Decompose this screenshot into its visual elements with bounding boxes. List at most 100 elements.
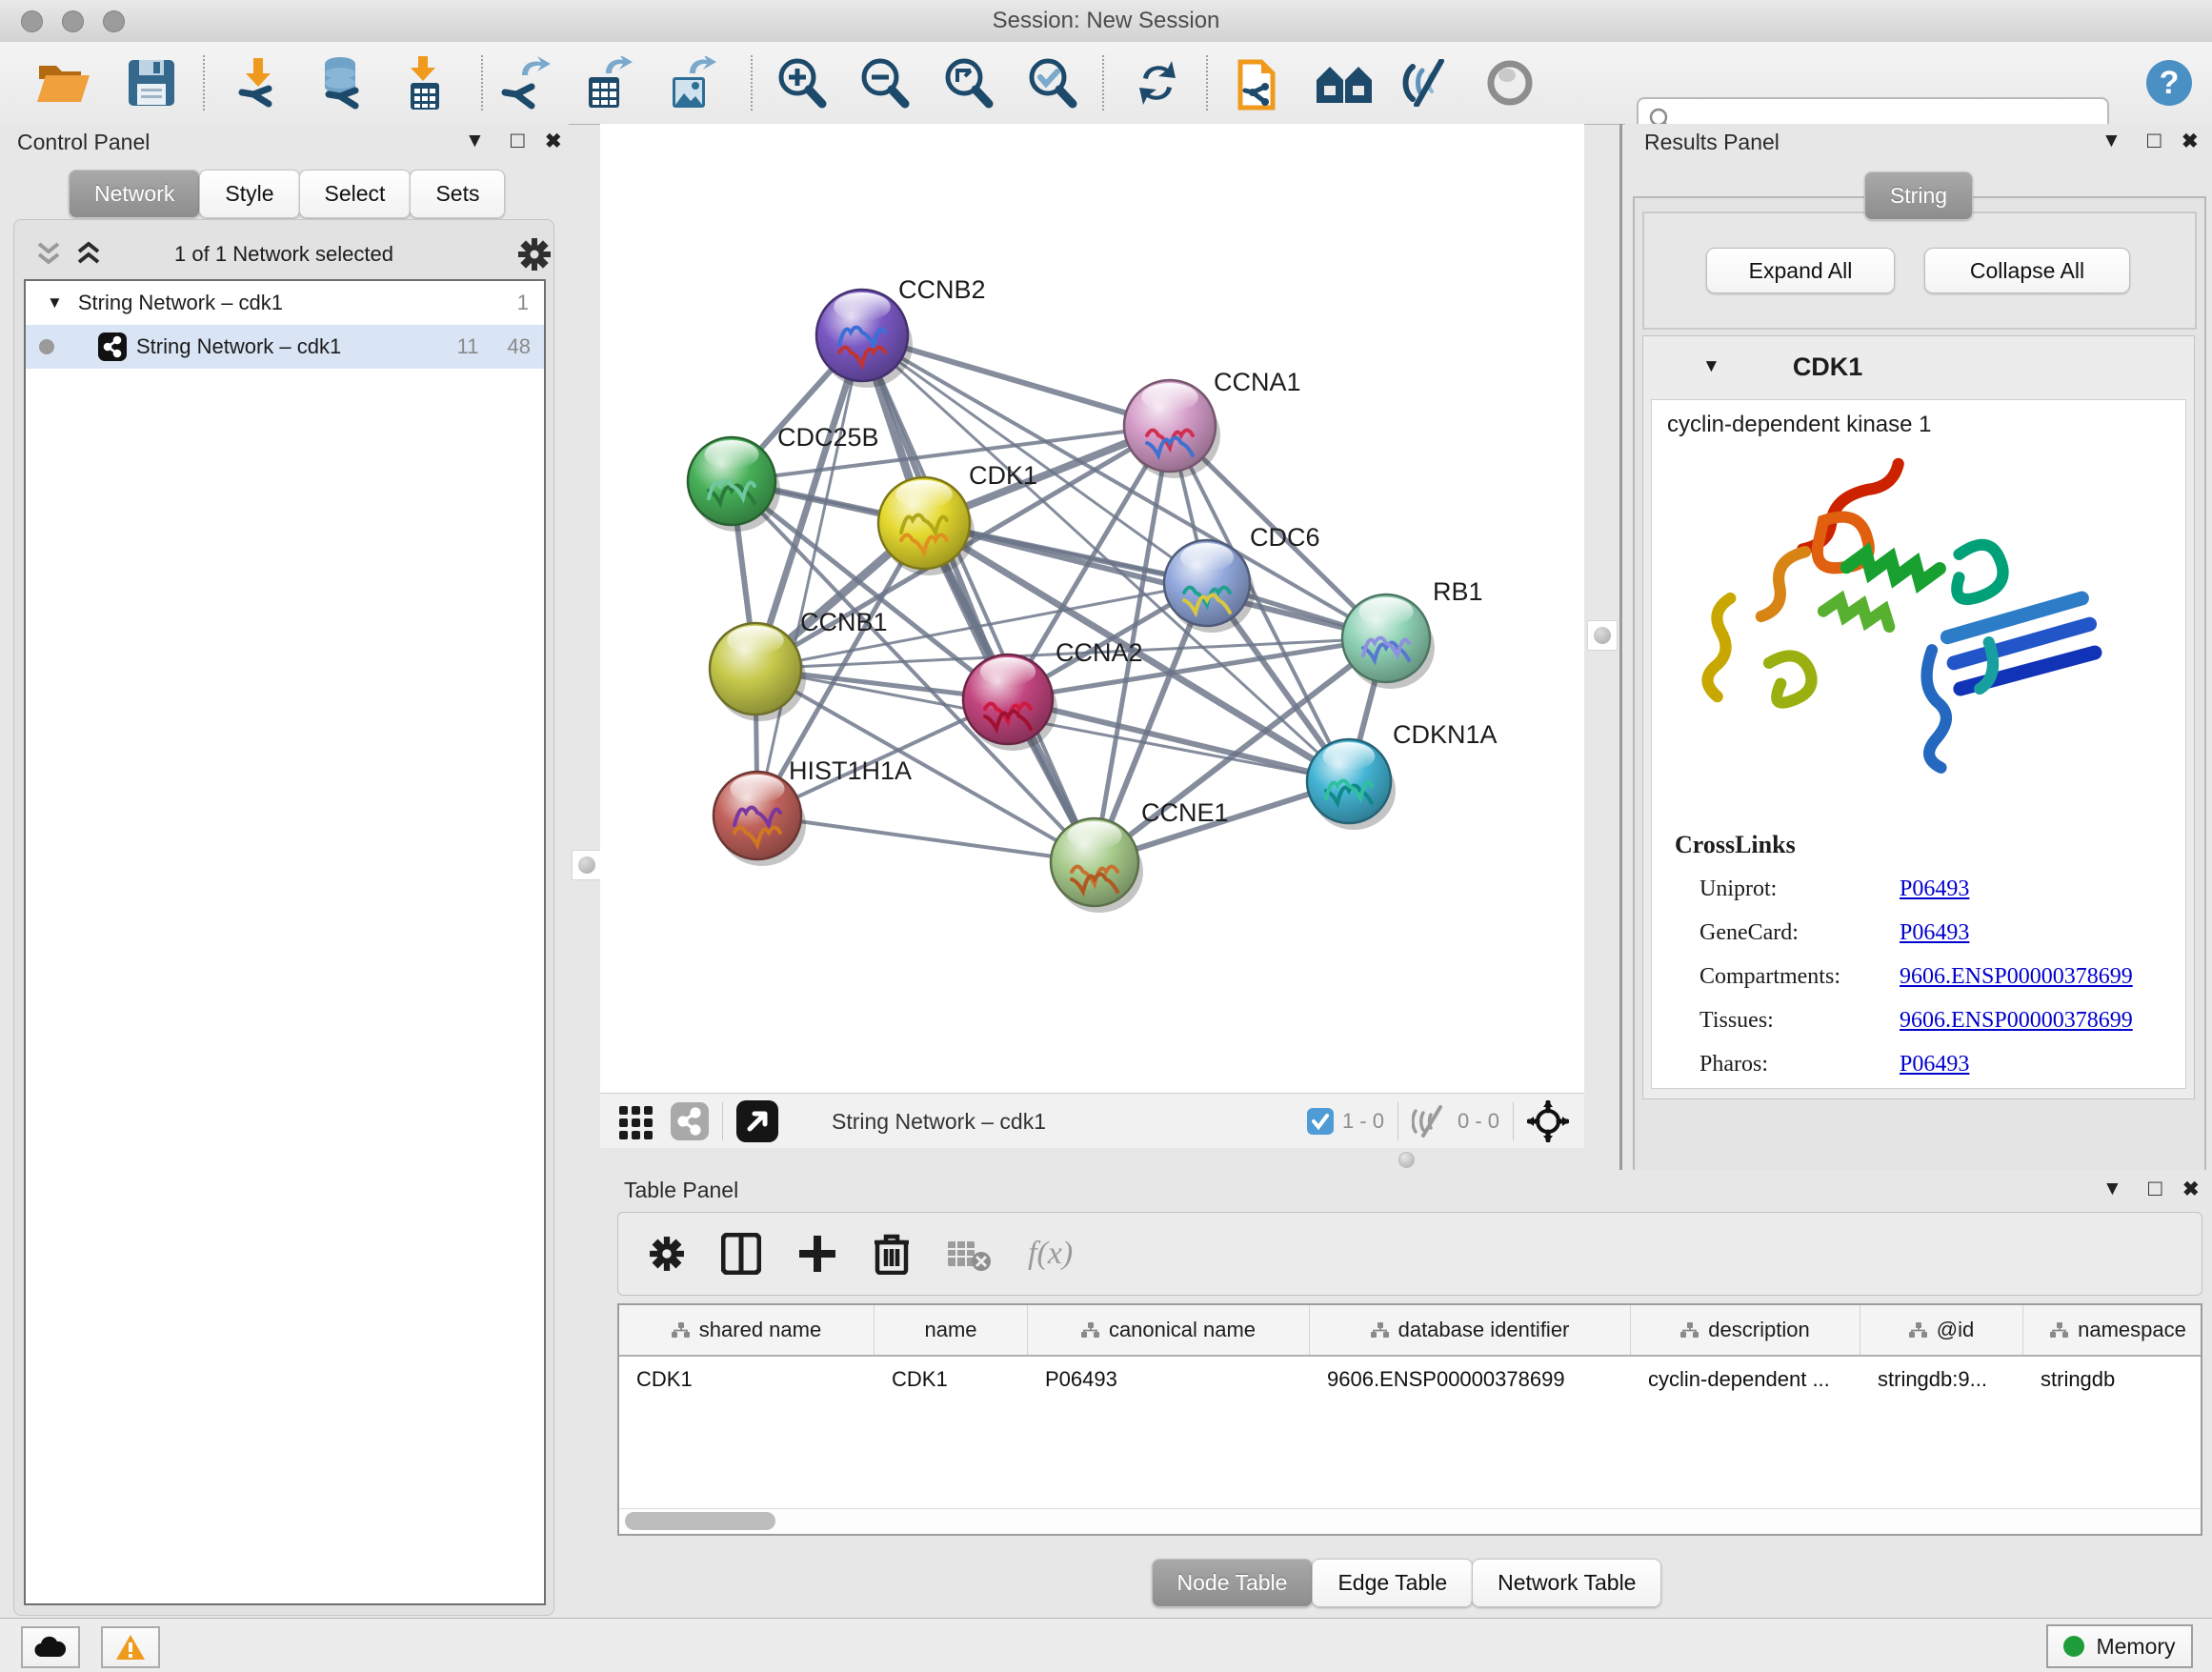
crosslink-link[interactable]: 9606.ENSP00000378699 xyxy=(1900,1008,2133,1034)
table-cell[interactable]: CDK1 xyxy=(875,1357,1028,1402)
crosshair-icon[interactable] xyxy=(1527,1100,1569,1142)
tab-string[interactable]: String xyxy=(1864,171,1973,220)
network-node-cdk1[interactable] xyxy=(878,477,975,575)
selected-checkbox-icon[interactable] xyxy=(1306,1107,1335,1136)
save-session-button[interactable] xyxy=(120,53,183,112)
network-node-cdc25b[interactable] xyxy=(688,437,780,532)
help-button[interactable]: ? xyxy=(2138,53,2201,112)
warning-status-button[interactable] xyxy=(101,1626,160,1668)
table-header-row: shared namenamecanonical namedatabase id… xyxy=(619,1305,2201,1357)
network-canvas[interactable]: CCNB2CCNA1CDC25BCDK1CDC6RB1CCNB1CCNA2CDK… xyxy=(600,124,1584,1093)
table-cell[interactable]: P06493 xyxy=(1028,1357,1310,1402)
table-row[interactable]: CDK1CDK1P064939606.ENSP00000378699cyclin… xyxy=(619,1357,2201,1402)
table-cell[interactable]: stringdb xyxy=(2023,1357,2202,1402)
gear-icon[interactable] xyxy=(517,237,552,272)
collapse-all-button[interactable]: Collapse All xyxy=(1924,248,2130,293)
table-panel-float-icon[interactable]: □ xyxy=(2148,1176,2162,1202)
network-node-ccna1[interactable] xyxy=(1124,380,1220,478)
network-node-hist1h1a[interactable] xyxy=(714,772,806,866)
string-glass-ball-button[interactable] xyxy=(1478,53,1541,112)
open-file-button[interactable] xyxy=(32,53,95,112)
cloud-status-button[interactable] xyxy=(21,1626,80,1668)
import-table-file-button[interactable] xyxy=(392,53,455,112)
table-gear-icon[interactable] xyxy=(649,1236,685,1272)
table-cell[interactable]: CDK1 xyxy=(619,1357,875,1402)
left-splitter-handle[interactable] xyxy=(572,850,602,880)
grid-mode-icon[interactable] xyxy=(617,1102,655,1140)
results-panel-float-icon[interactable]: □ xyxy=(2147,128,2162,154)
section-collapse-icon[interactable]: ▼ xyxy=(1702,356,1720,377)
string-labels-button[interactable] xyxy=(1395,53,1458,112)
crosslink-link[interactable]: 9606.ENSP00000378699 xyxy=(1900,964,2133,990)
expand-all-button[interactable]: Expand All xyxy=(1706,248,1895,293)
tab-select[interactable]: Select xyxy=(299,170,412,218)
export-network-icon xyxy=(499,56,551,110)
table-panel-close-icon[interactable]: ✖ xyxy=(2182,1178,2200,1201)
show-columns-icon[interactable] xyxy=(721,1233,761,1275)
tab-style[interactable]: Style xyxy=(199,170,299,218)
import-network-file-button[interactable] xyxy=(227,53,290,112)
tab-network[interactable]: Network xyxy=(69,170,200,218)
birdseye-toggle-icon[interactable] xyxy=(736,1100,778,1142)
control-panel-float-icon[interactable]: □ xyxy=(511,128,525,154)
hidden-eye-icon[interactable] xyxy=(1412,1105,1450,1138)
column-header--id[interactable]: @id xyxy=(1860,1305,2023,1355)
table-panel-menu-icon[interactable]: ▼ xyxy=(2102,1178,2122,1200)
column-header-namespace[interactable]: namespace xyxy=(2023,1305,2202,1355)
network-tree-root-row[interactable]: ▼ String Network – cdk1 1 xyxy=(26,281,544,325)
export-image-button[interactable] xyxy=(659,53,722,112)
zoom-selected-button[interactable] xyxy=(1020,53,1083,112)
toolbar-separator xyxy=(481,55,483,111)
column-header-description[interactable]: description xyxy=(1631,1305,1860,1355)
tab-node-table[interactable]: Node Table xyxy=(1152,1559,1314,1607)
network-edge[interactable] xyxy=(757,335,862,816)
main-toolbar: ? xyxy=(0,42,2212,125)
memory-status-dot-icon xyxy=(2063,1636,2084,1657)
column-header-name[interactable]: name xyxy=(875,1305,1028,1355)
node-label-hist1h1a: HIST1H1A xyxy=(789,756,912,785)
gene-section-header[interactable]: ▼ CDK1 xyxy=(1643,336,2194,397)
delete-column-icon[interactable] xyxy=(874,1233,910,1275)
column-header-canonical-name[interactable]: canonical name xyxy=(1028,1305,1310,1355)
string-import-button[interactable] xyxy=(1229,53,1292,112)
crosslink-link[interactable]: P06493 xyxy=(1900,876,1969,902)
table-cell[interactable]: stringdb:9... xyxy=(1860,1357,2023,1402)
splitter-grip-icon[interactable] xyxy=(1398,1152,1415,1168)
column-header-label: namespace xyxy=(2078,1318,2186,1342)
add-column-icon[interactable] xyxy=(797,1234,837,1274)
network-tree-row[interactable]: String Network – cdk1 11 48 xyxy=(26,325,544,369)
tree-expand-icon[interactable]: ▼ xyxy=(47,293,63,312)
crosslink-link[interactable]: P06493 xyxy=(1900,1052,1969,1078)
control-panel-menu-icon[interactable]: ▼ xyxy=(465,130,485,152)
network-node-rb1[interactable] xyxy=(1342,594,1435,689)
tab-edge-table[interactable]: Edge Table xyxy=(1312,1559,1473,1607)
cloud-icon xyxy=(33,1636,68,1659)
export-network-button[interactable] xyxy=(493,53,556,112)
tab-network-table[interactable]: Network Table xyxy=(1472,1559,1661,1607)
network-edge[interactable] xyxy=(757,816,1095,862)
results-panel-close-icon[interactable]: ✖ xyxy=(2182,130,2199,153)
tab-sets[interactable]: Sets xyxy=(410,170,505,218)
apply-layout-button[interactable] xyxy=(1126,53,1189,112)
zoom-fit-button[interactable] xyxy=(936,53,999,112)
table-cell[interactable]: 9606.ENSP00000378699 xyxy=(1310,1357,1631,1402)
export-table-button[interactable] xyxy=(575,53,638,112)
network-node-cdkn1a[interactable] xyxy=(1307,739,1396,830)
memory-button[interactable]: Memory xyxy=(2046,1624,2193,1668)
import-network-icon xyxy=(232,56,284,110)
column-header-shared-name[interactable]: shared name xyxy=(619,1305,875,1355)
column-header-database-identifier[interactable]: database identifier xyxy=(1310,1305,1631,1355)
import-network-database-button[interactable] xyxy=(309,53,372,112)
string-confidence-button[interactable] xyxy=(1313,53,1376,112)
zoom-in-button[interactable] xyxy=(770,53,833,112)
right-splitter-handle[interactable] xyxy=(1587,620,1618,651)
results-panel-menu-icon[interactable]: ▼ xyxy=(2101,130,2122,152)
horizontal-scrollbar[interactable] xyxy=(619,1508,2201,1534)
network-mode-icon[interactable] xyxy=(671,1102,709,1140)
crosslink-link[interactable]: P06493 xyxy=(1900,920,1969,946)
control-panel-close-icon[interactable]: ✖ xyxy=(545,130,562,153)
table-cell[interactable]: cyclin-dependent ... xyxy=(1631,1357,1860,1402)
scrollbar-thumb[interactable] xyxy=(625,1512,775,1530)
zoom-out-button[interactable] xyxy=(853,53,915,112)
shared-column-icon xyxy=(1371,1322,1389,1339)
